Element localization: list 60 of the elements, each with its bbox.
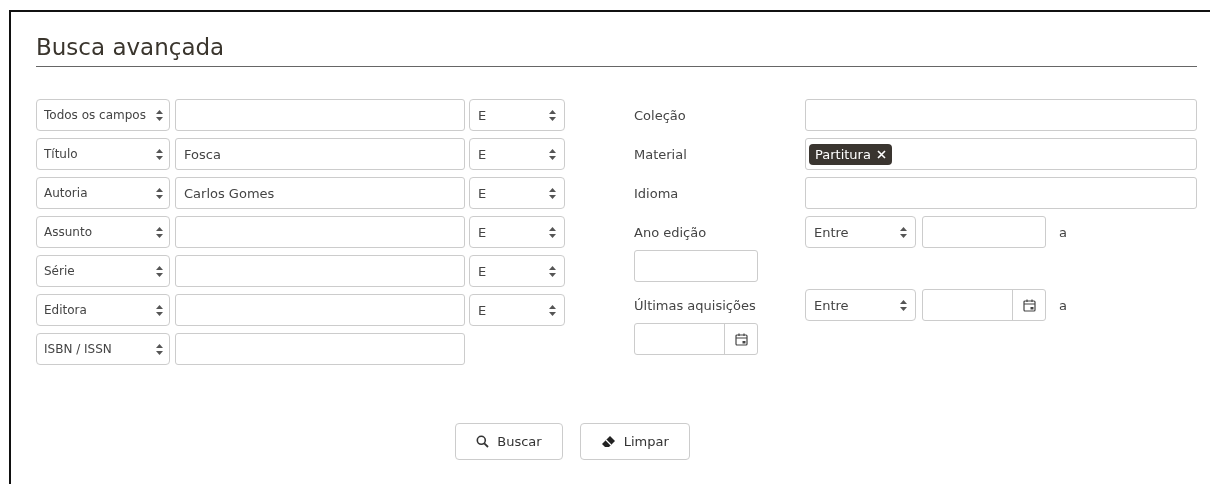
range-select[interactable]: Entre bbox=[805, 216, 916, 248]
sort-arrows-icon bbox=[156, 109, 163, 121]
text-input[interactable] bbox=[634, 250, 758, 282]
field-select[interactable]: Assunto bbox=[36, 216, 170, 248]
field-select[interactable]: Título bbox=[36, 138, 170, 170]
eraser-icon bbox=[600, 435, 616, 448]
tag-input[interactable]: Partitura bbox=[805, 138, 1197, 170]
sort-arrows-icon bbox=[549, 109, 556, 121]
search-term-input[interactable]: Fosca bbox=[175, 138, 465, 170]
field-select[interactable]: Editora bbox=[36, 294, 170, 326]
operator-select[interactable]: E bbox=[469, 138, 565, 170]
sort-arrows-icon bbox=[156, 343, 163, 355]
text-input[interactable] bbox=[805, 99, 1197, 131]
calendar-icon bbox=[1022, 298, 1036, 312]
clear-button[interactable]: Limpar bbox=[579, 423, 690, 460]
text-input[interactable] bbox=[805, 177, 1197, 209]
sort-arrows-icon bbox=[549, 265, 556, 277]
operator-select[interactable]: E bbox=[469, 99, 565, 131]
sort-arrows-icon bbox=[156, 226, 163, 238]
sort-arrows-icon bbox=[156, 304, 163, 316]
search-term-input[interactable] bbox=[175, 216, 465, 248]
field-select[interactable]: ISBN / ISSN bbox=[36, 333, 170, 365]
operator-select[interactable]: E bbox=[469, 216, 565, 248]
sort-arrows-icon bbox=[900, 299, 907, 311]
range-select[interactable]: Entre bbox=[805, 289, 916, 321]
sort-arrows-icon bbox=[156, 148, 163, 160]
operator-select[interactable]: E bbox=[469, 177, 565, 209]
search-term-input[interactable] bbox=[175, 333, 465, 365]
search-term-input[interactable] bbox=[175, 294, 465, 326]
operator-select[interactable]: E bbox=[469, 294, 565, 326]
page-title: Busca avançada bbox=[36, 34, 1197, 67]
field-select[interactable]: Autoria bbox=[36, 177, 170, 209]
sort-arrows-icon bbox=[156, 265, 163, 277]
text-input[interactable] bbox=[922, 216, 1046, 248]
search-term-input[interactable] bbox=[175, 255, 465, 287]
sort-arrows-icon bbox=[549, 304, 556, 316]
search-term-input[interactable]: Carlos Gomes bbox=[175, 177, 465, 209]
date-input[interactable] bbox=[922, 289, 1046, 321]
field-label: Material bbox=[634, 146, 687, 162]
field-label: Coleção bbox=[634, 107, 686, 123]
sort-arrows-icon bbox=[549, 226, 556, 238]
range-separator: a bbox=[1059, 224, 1067, 240]
sort-arrows-icon bbox=[549, 187, 556, 199]
field-select[interactable]: Série bbox=[36, 255, 170, 287]
search-button[interactable]: Buscar bbox=[455, 423, 563, 460]
search-term-input[interactable] bbox=[175, 99, 465, 131]
field-label: Últimas aquisições bbox=[634, 297, 756, 313]
range-separator: a bbox=[1059, 297, 1067, 313]
sort-arrows-icon bbox=[549, 148, 556, 160]
sort-arrows-icon bbox=[156, 187, 163, 199]
search-icon bbox=[476, 435, 490, 448]
sort-arrows-icon bbox=[900, 226, 907, 238]
field-label: Ano edição bbox=[634, 224, 707, 240]
field-label: Idioma bbox=[634, 185, 679, 201]
calendar-icon bbox=[734, 332, 748, 346]
operator-select[interactable]: E bbox=[469, 255, 565, 287]
field-select[interactable]: Todos os campos bbox=[36, 99, 170, 131]
date-input[interactable] bbox=[634, 323, 758, 355]
close-icon[interactable] bbox=[876, 149, 886, 159]
tag-chip: Partitura bbox=[809, 143, 892, 165]
